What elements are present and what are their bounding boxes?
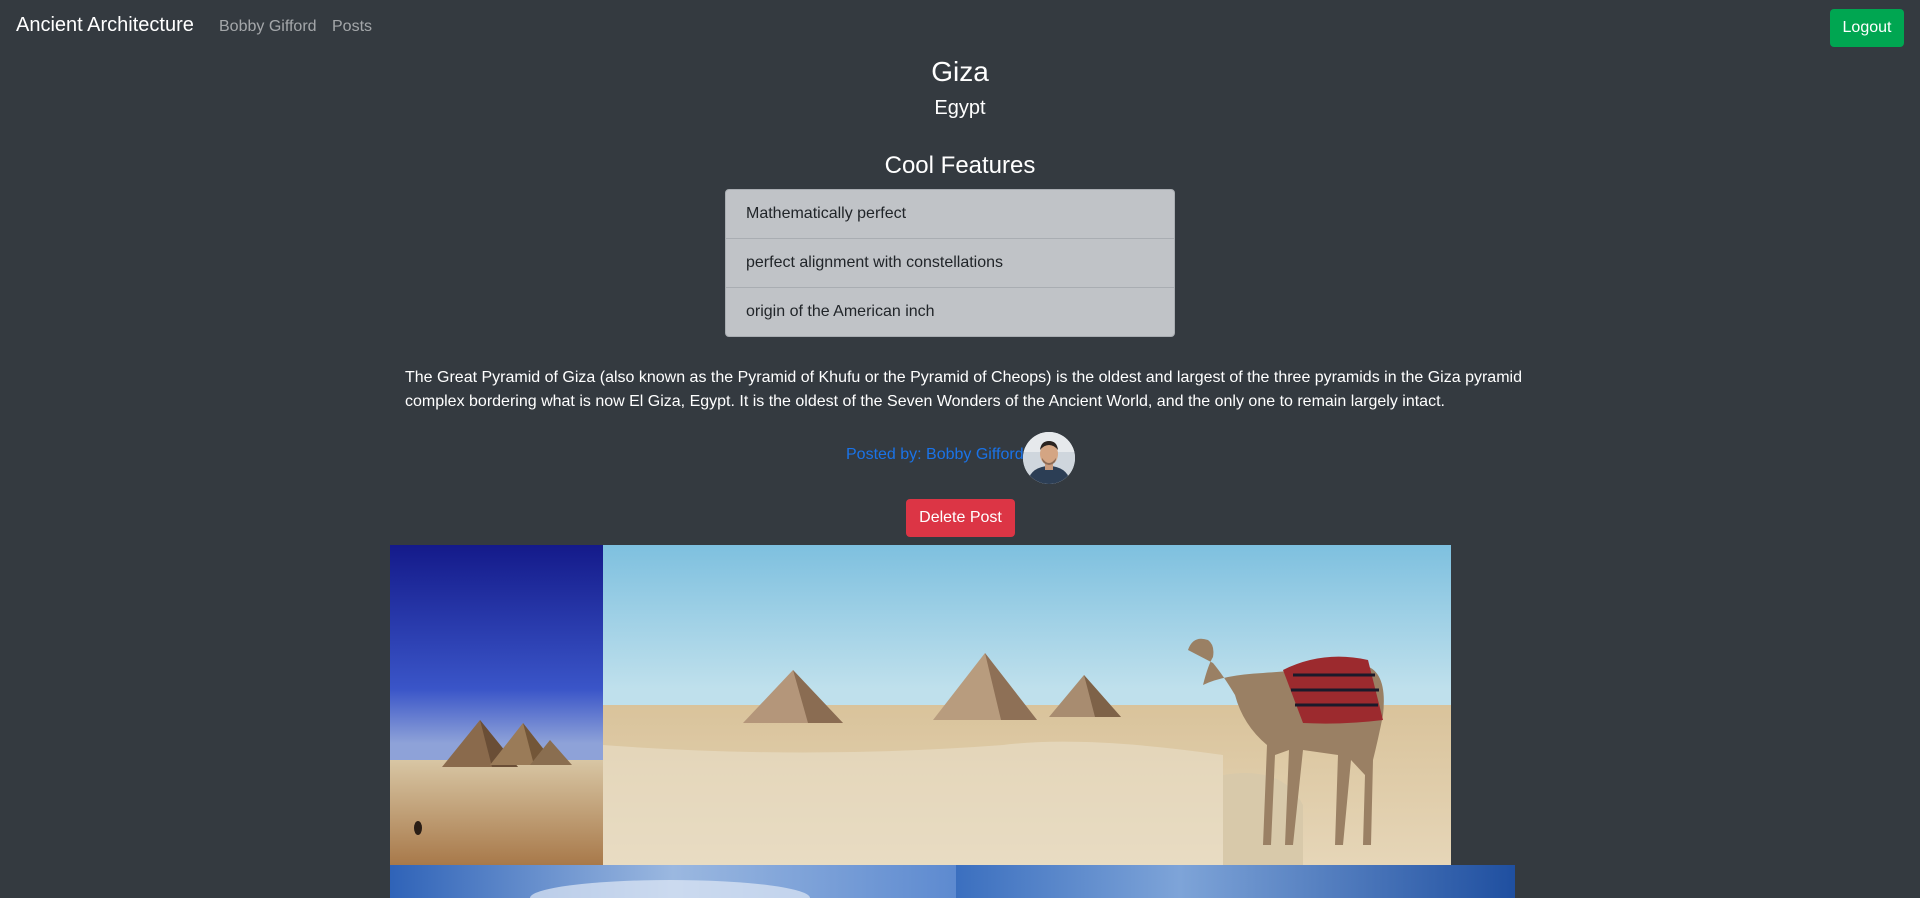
post-country: Egypt — [934, 97, 986, 119]
posted-by-link[interactable]: Posted by: Bobby Gifford — [846, 446, 1024, 464]
post-photo — [603, 545, 1451, 865]
features-list: Mathematically perfect perfect alignment… — [725, 189, 1175, 337]
post-description: The Great Pyramid of Giza (also known as… — [405, 369, 1522, 410]
post-photo — [390, 865, 956, 898]
post-photo — [390, 545, 603, 865]
features-heading: Cool Features — [884, 152, 1036, 179]
delete-post-button[interactable]: Delete Post — [906, 499, 1015, 537]
nav-user-link[interactable]: Bobby Gifford — [219, 18, 317, 36]
feature-item: origin of the American inch — [726, 287, 1174, 336]
navbar: Ancient Architecture Bobby Gifford Posts… — [0, 0, 1920, 56]
avatar[interactable] — [1023, 432, 1075, 484]
post-photo — [956, 865, 1515, 898]
feature-item: perfect alignment with constellations — [726, 238, 1174, 287]
logout-button[interactable]: Logout — [1830, 9, 1904, 47]
avatar-image — [1023, 432, 1075, 484]
post-title: Giza — [931, 56, 989, 87]
brand-link[interactable]: Ancient Architecture — [16, 14, 194, 37]
feature-item: Mathematically perfect — [746, 205, 907, 222]
nav-posts-link[interactable]: Posts — [332, 18, 372, 36]
